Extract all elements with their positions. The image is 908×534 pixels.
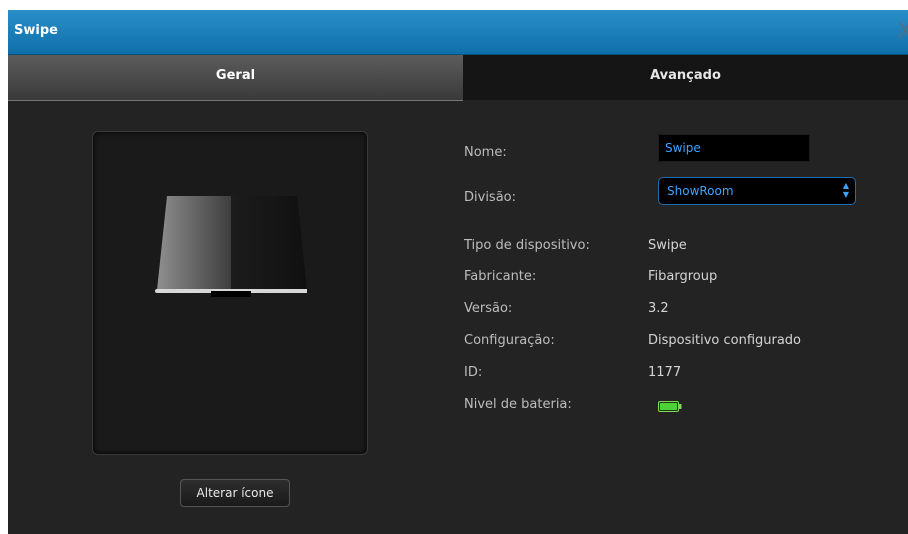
name-label: Nome:	[464, 145, 507, 160]
device-icon-frame	[92, 131, 368, 455]
title-bar: Swipe X	[8, 10, 908, 55]
battery-label: Nivel de bateria:	[464, 397, 572, 412]
tab-avancado[interactable]: Avançado	[463, 55, 908, 100]
change-icon-button[interactable]: Alterar ícone	[180, 479, 290, 507]
general-panel: Alterar ícone Nome: Divisão: ShowRoom ▲▼…	[8, 101, 908, 534]
device-dialog: Swipe X Geral Avançado Alterar ícone Nom…	[8, 10, 908, 534]
version-value: 3.2	[648, 301, 669, 316]
division-select-value: ShowRoom	[667, 184, 734, 198]
configuration-label: Configuração:	[464, 333, 555, 348]
name-input[interactable]	[658, 134, 810, 162]
manufacturer-label: Fabricante:	[464, 269, 537, 284]
tab-geral[interactable]: Geral	[8, 55, 463, 101]
close-icon[interactable]: X	[898, 20, 908, 42]
version-label: Versão:	[464, 301, 513, 316]
device-type-label: Tipo de dispositivo:	[464, 238, 590, 253]
device-type-value: Swipe	[648, 238, 687, 253]
division-label: Divisão:	[464, 190, 516, 205]
tab-bar: Geral Avançado	[8, 55, 908, 101]
battery-icon	[658, 401, 682, 412]
id-value: 1177	[648, 365, 682, 380]
window-title: Swipe	[14, 23, 58, 38]
id-label: ID:	[464, 365, 483, 380]
swipe-device-icon	[155, 196, 307, 297]
select-arrows-icon: ▲ ▼	[842, 181, 849, 199]
manufacturer-value: Fibargroup	[648, 269, 718, 284]
configuration-value: Dispositivo configurado	[648, 333, 802, 348]
division-select[interactable]: ShowRoom ▲ ▼	[658, 177, 856, 205]
